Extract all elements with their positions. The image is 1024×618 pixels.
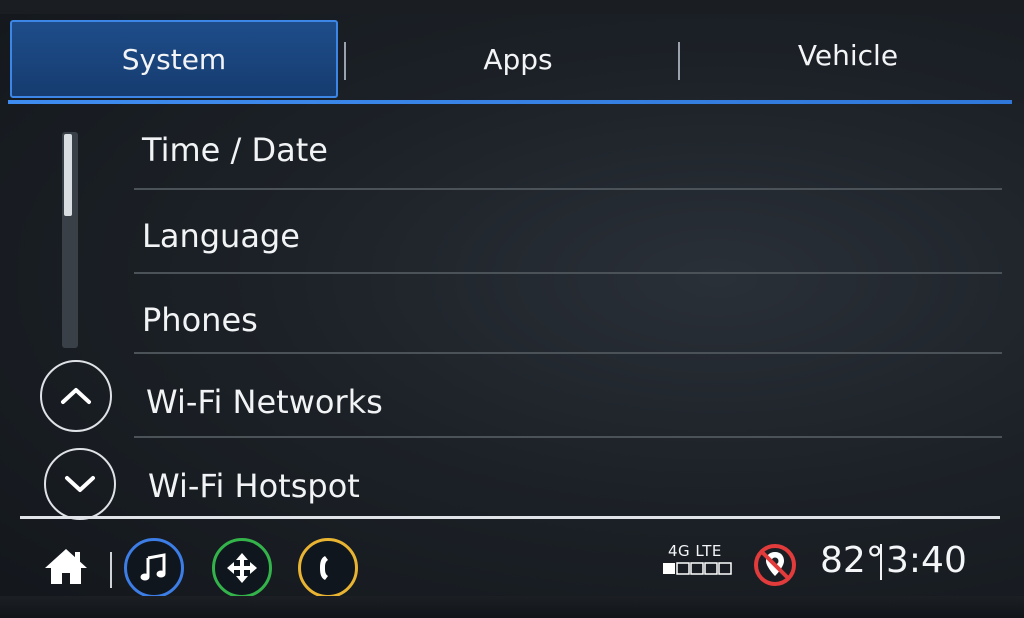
infotainment-screen: System Apps Vehicle Time / Date Language <box>0 0 1024 618</box>
signal-strength-icon <box>663 562 732 575</box>
network-type: 4G LTE <box>668 542 722 560</box>
phone-icon <box>320 556 328 580</box>
scrollbar-thumb[interactable] <box>64 134 72 216</box>
list-divider <box>134 272 1002 274</box>
list-item-wifi-networks[interactable]: Wi-Fi Networks <box>132 360 1004 443</box>
list-item-phones[interactable]: Phones <box>132 278 1004 361</box>
list-item-label: Time / Date <box>142 130 328 169</box>
scroll-up-button[interactable] <box>40 360 112 432</box>
list-divider <box>134 188 1002 190</box>
bottom-bar: 4G LTE 82° 3:40 <box>0 522 1024 598</box>
bezel-top <box>0 0 1024 14</box>
tab-bar: System Apps Vehicle <box>8 20 1012 102</box>
bottom-divider <box>20 516 1000 519</box>
list-item-label: Language <box>142 216 300 255</box>
phone-button[interactable] <box>298 538 358 598</box>
tab-vehicle[interactable]: Vehicle <box>688 16 1008 94</box>
list-item-wifi-hotspot[interactable]: Wi-Fi Hotspot <box>132 444 1004 527</box>
audio-button[interactable] <box>124 538 184 598</box>
navigation-icon <box>227 553 257 583</box>
bottom-separator <box>110 552 112 588</box>
tab-separator <box>344 42 346 80</box>
chevron-down-icon <box>65 476 95 492</box>
bezel-bottom <box>0 596 1024 618</box>
list-divider <box>134 436 1002 438</box>
location-off-icon <box>754 544 796 586</box>
tab-apps[interactable]: Apps <box>353 20 683 98</box>
outside-temperature: 82° <box>820 540 884 581</box>
tab-underline <box>8 100 1012 104</box>
status-separator <box>880 544 882 580</box>
list-item-time-date[interactable]: Time / Date <box>132 108 1004 191</box>
list-item-label: Wi-Fi Hotspot <box>148 466 360 505</box>
navigation-button[interactable] <box>212 538 272 598</box>
home-icon <box>45 549 87 584</box>
tab-label: Vehicle <box>797 38 899 72</box>
settings-list: Time / Date Language Phones Wi-Fi Networ… <box>132 106 1004 520</box>
tab-system[interactable]: System <box>10 20 338 98</box>
scroll-down-button[interactable] <box>44 448 116 520</box>
chevron-up-icon <box>61 388 91 404</box>
list-item-label: Wi-Fi Networks <box>146 382 383 421</box>
list-item-language[interactable]: Language <box>132 194 1004 277</box>
clock: 3:40 <box>886 540 967 581</box>
tab-label: System <box>121 42 227 76</box>
list-divider <box>134 352 1002 354</box>
home-button[interactable] <box>42 546 90 590</box>
music-note-icon <box>140 553 166 581</box>
tab-label: Apps <box>483 42 553 76</box>
tab-separator <box>678 42 680 80</box>
list-item-label: Phones <box>142 300 258 339</box>
